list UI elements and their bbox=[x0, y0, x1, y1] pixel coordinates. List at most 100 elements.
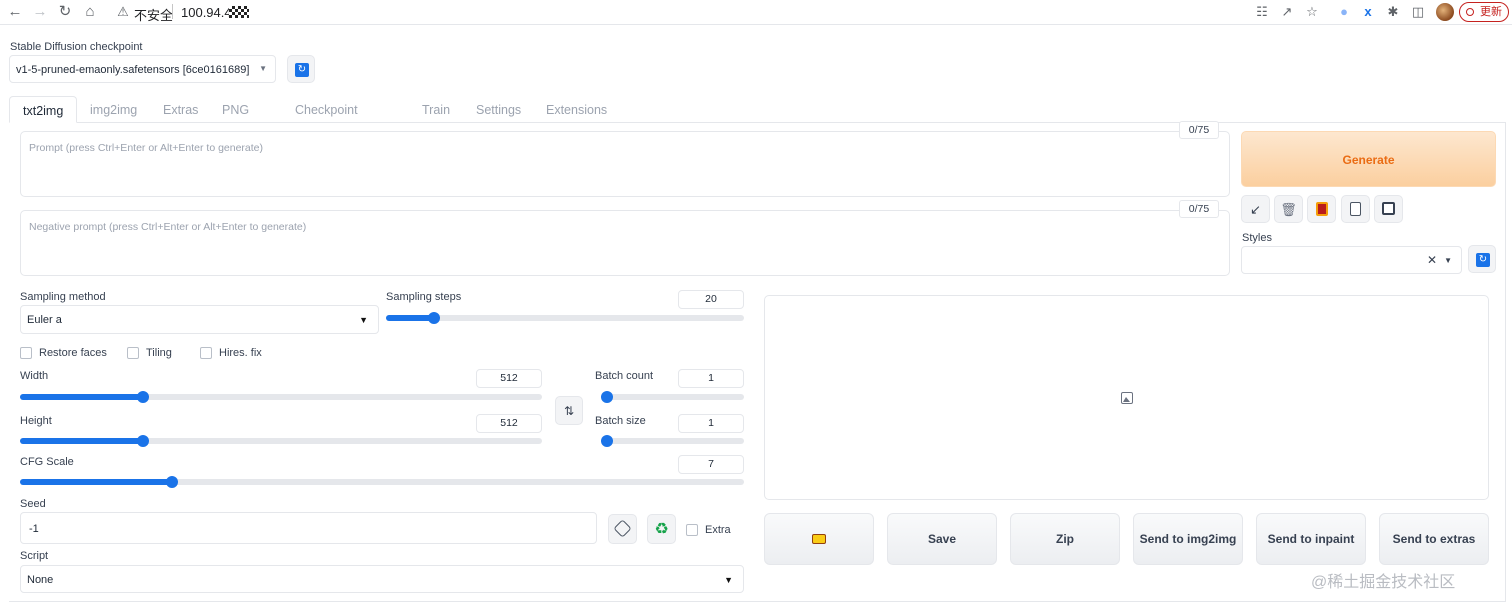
recycle-icon: ♻ bbox=[654, 521, 669, 538]
negative-prompt-placeholder: Negative prompt (press Ctrl+Enter or Alt… bbox=[29, 221, 307, 233]
script-label: Script bbox=[20, 550, 49, 562]
prompt-placeholder: Prompt (press Ctrl+Enter or Alt+Enter to… bbox=[29, 142, 264, 154]
hires-fix-checkbox[interactable] bbox=[200, 347, 212, 359]
prompt-token-counter: 0/75 bbox=[1179, 121, 1219, 139]
batch-count-input[interactable]: 1 bbox=[678, 369, 744, 388]
share-icon[interactable]: ↗ bbox=[1279, 4, 1295, 20]
slider-thumb[interactable] bbox=[428, 312, 441, 324]
reload-icon[interactable]: ↻ bbox=[56, 3, 74, 21]
zip-button[interactable]: Zip bbox=[1010, 513, 1120, 565]
side-panel-icon[interactable]: ◫ bbox=[1410, 4, 1426, 20]
tiling-checkbox[interactable] bbox=[127, 347, 139, 359]
batch-size-input[interactable]: 1 bbox=[678, 414, 744, 433]
seed-input[interactable]: -1 bbox=[20, 512, 597, 544]
clear-prompt-button[interactable]: 🗑 bbox=[1274, 195, 1303, 223]
update-button[interactable]: 更新 bbox=[1459, 2, 1509, 22]
extension-x-icon[interactable]: x bbox=[1360, 4, 1376, 20]
cfg-scale-input[interactable]: 7 bbox=[678, 455, 744, 474]
warning-icon[interactable]: ⚠ bbox=[114, 3, 132, 21]
reuse-seed-button[interactable]: ♻ bbox=[647, 514, 676, 544]
checkpoint-label: Stable Diffusion checkpoint bbox=[10, 41, 143, 53]
swap-icon: ⇅ bbox=[563, 404, 575, 418]
cfg-scale-slider[interactable] bbox=[20, 476, 744, 488]
swap-dimensions-button[interactable]: ⇅ bbox=[555, 396, 583, 425]
generate-button[interactable]: Generate bbox=[1241, 131, 1496, 187]
negative-prompt-token-counter: 0/75 bbox=[1179, 200, 1219, 218]
extra-seed-label[interactable]: Extra bbox=[705, 524, 731, 536]
security-label[interactable]: 不安全 bbox=[134, 5, 173, 24]
slider-thumb[interactable] bbox=[136, 435, 149, 447]
bookmark-star-icon[interactable]: ☆ bbox=[1304, 4, 1320, 20]
seed-label: Seed bbox=[20, 498, 46, 510]
save-style-button[interactable] bbox=[1374, 195, 1403, 223]
script-value: None bbox=[27, 574, 54, 586]
sampling-method-label: Sampling method bbox=[20, 291, 106, 303]
clear-icon[interactable]: ✕ bbox=[1427, 253, 1437, 267]
random-seed-button[interactable] bbox=[608, 514, 637, 544]
tab-extras[interactable]: Extras bbox=[163, 96, 198, 123]
slider-thumb[interactable] bbox=[601, 391, 613, 403]
width-slider[interactable] bbox=[20, 391, 542, 403]
refresh-styles-button[interactable]: ↻ bbox=[1468, 245, 1496, 273]
panel-border bbox=[1505, 122, 1506, 602]
extra-networks-button[interactable] bbox=[1307, 195, 1336, 223]
slider-fill bbox=[386, 315, 435, 321]
styles-select[interactable]: ✕ ▼ bbox=[1241, 246, 1462, 274]
open-folder-button[interactable] bbox=[764, 513, 874, 565]
tiling-label[interactable]: Tiling bbox=[146, 347, 172, 359]
batch-size-label: Batch size bbox=[595, 415, 646, 427]
extra-seed-checkbox[interactable] bbox=[686, 524, 698, 536]
tab-extensions[interactable]: Extensions bbox=[546, 96, 607, 123]
read-params-button[interactable]: ↙ bbox=[1241, 195, 1270, 223]
extra-networks-icon bbox=[1315, 202, 1328, 216]
tab-png-info[interactable]: PNG Info bbox=[222, 96, 249, 145]
refresh-icon: ↻ bbox=[295, 63, 309, 77]
home-icon[interactable]: ⌂ bbox=[81, 3, 99, 21]
prompt-textarea[interactable]: Prompt (press Ctrl+Enter or Alt+Enter to… bbox=[20, 131, 1230, 197]
extension-circle-icon[interactable]: ● bbox=[1336, 4, 1352, 20]
translate-icon[interactable]: ☷ bbox=[1254, 4, 1270, 20]
hires-fix-label[interactable]: Hires. fix bbox=[219, 347, 262, 359]
tab-settings[interactable]: Settings bbox=[476, 96, 521, 123]
redaction-mosaic bbox=[229, 6, 249, 18]
slider-thumb[interactable] bbox=[601, 435, 613, 447]
profile-avatar[interactable] bbox=[1436, 3, 1454, 21]
slider-thumb[interactable] bbox=[166, 476, 179, 488]
back-icon[interactable]: ← bbox=[6, 3, 24, 21]
url-divider bbox=[172, 4, 173, 19]
negative-prompt-textarea[interactable]: Negative prompt (press Ctrl+Enter or Alt… bbox=[20, 210, 1230, 276]
address-bar[interactable]: 100.94.4. bbox=[181, 5, 235, 20]
send-to-extras-button[interactable]: Send to extras bbox=[1379, 513, 1489, 565]
script-select[interactable]: None ▼ bbox=[20, 565, 744, 593]
tab-checkpoint-merger[interactable]: Checkpoint Merger bbox=[295, 96, 358, 145]
tab-txt2img[interactable]: txt2img bbox=[9, 96, 78, 123]
restore-faces-checkbox[interactable] bbox=[20, 347, 32, 359]
output-gallery[interactable] bbox=[764, 295, 1489, 500]
refresh-checkpoint-button[interactable]: ↻ bbox=[287, 55, 315, 83]
batch-size-slider[interactable] bbox=[601, 435, 744, 447]
forward-icon[interactable]: → bbox=[31, 3, 49, 21]
restore-faces-label[interactable]: Restore faces bbox=[39, 347, 107, 359]
slider-fill bbox=[20, 394, 143, 400]
width-input[interactable]: 512 bbox=[476, 369, 542, 388]
tab-train[interactable]: Train bbox=[422, 96, 450, 123]
apply-style-button[interactable] bbox=[1341, 195, 1370, 223]
send-to-img2img-button[interactable]: Send to img2img bbox=[1133, 513, 1243, 565]
browser-toolbar: ← → ↻ ⌂ ⚠ 不安全 100.94.4. ☷ ↗ ☆ ● x ✱ ◫ 更新 bbox=[0, 0, 1512, 25]
height-slider[interactable] bbox=[20, 435, 542, 447]
sampling-steps-input[interactable]: 20 bbox=[678, 290, 744, 309]
checkpoint-select[interactable]: v1-5-pruned-emaonly.safetensors [6ce0161… bbox=[9, 55, 276, 83]
tab-img2img[interactable]: img2img bbox=[90, 96, 137, 123]
height-label: Height bbox=[20, 415, 52, 427]
extensions-puzzle-icon[interactable]: ✱ bbox=[1385, 4, 1401, 20]
image-placeholder-icon bbox=[1121, 392, 1133, 404]
send-to-inpaint-button[interactable]: Send to inpaint bbox=[1256, 513, 1366, 565]
sampling-steps-slider[interactable] bbox=[386, 312, 744, 324]
slider-thumb[interactable] bbox=[136, 391, 149, 403]
sampling-method-select[interactable]: Euler a ▼ bbox=[20, 305, 379, 334]
sampling-steps-label: Sampling steps bbox=[386, 291, 462, 303]
save-button[interactable]: Save bbox=[887, 513, 997, 565]
checkpoint-value: v1-5-pruned-emaonly.safetensors [6ce0161… bbox=[16, 64, 250, 76]
height-input[interactable]: 512 bbox=[476, 414, 542, 433]
batch-count-slider[interactable] bbox=[601, 391, 744, 403]
